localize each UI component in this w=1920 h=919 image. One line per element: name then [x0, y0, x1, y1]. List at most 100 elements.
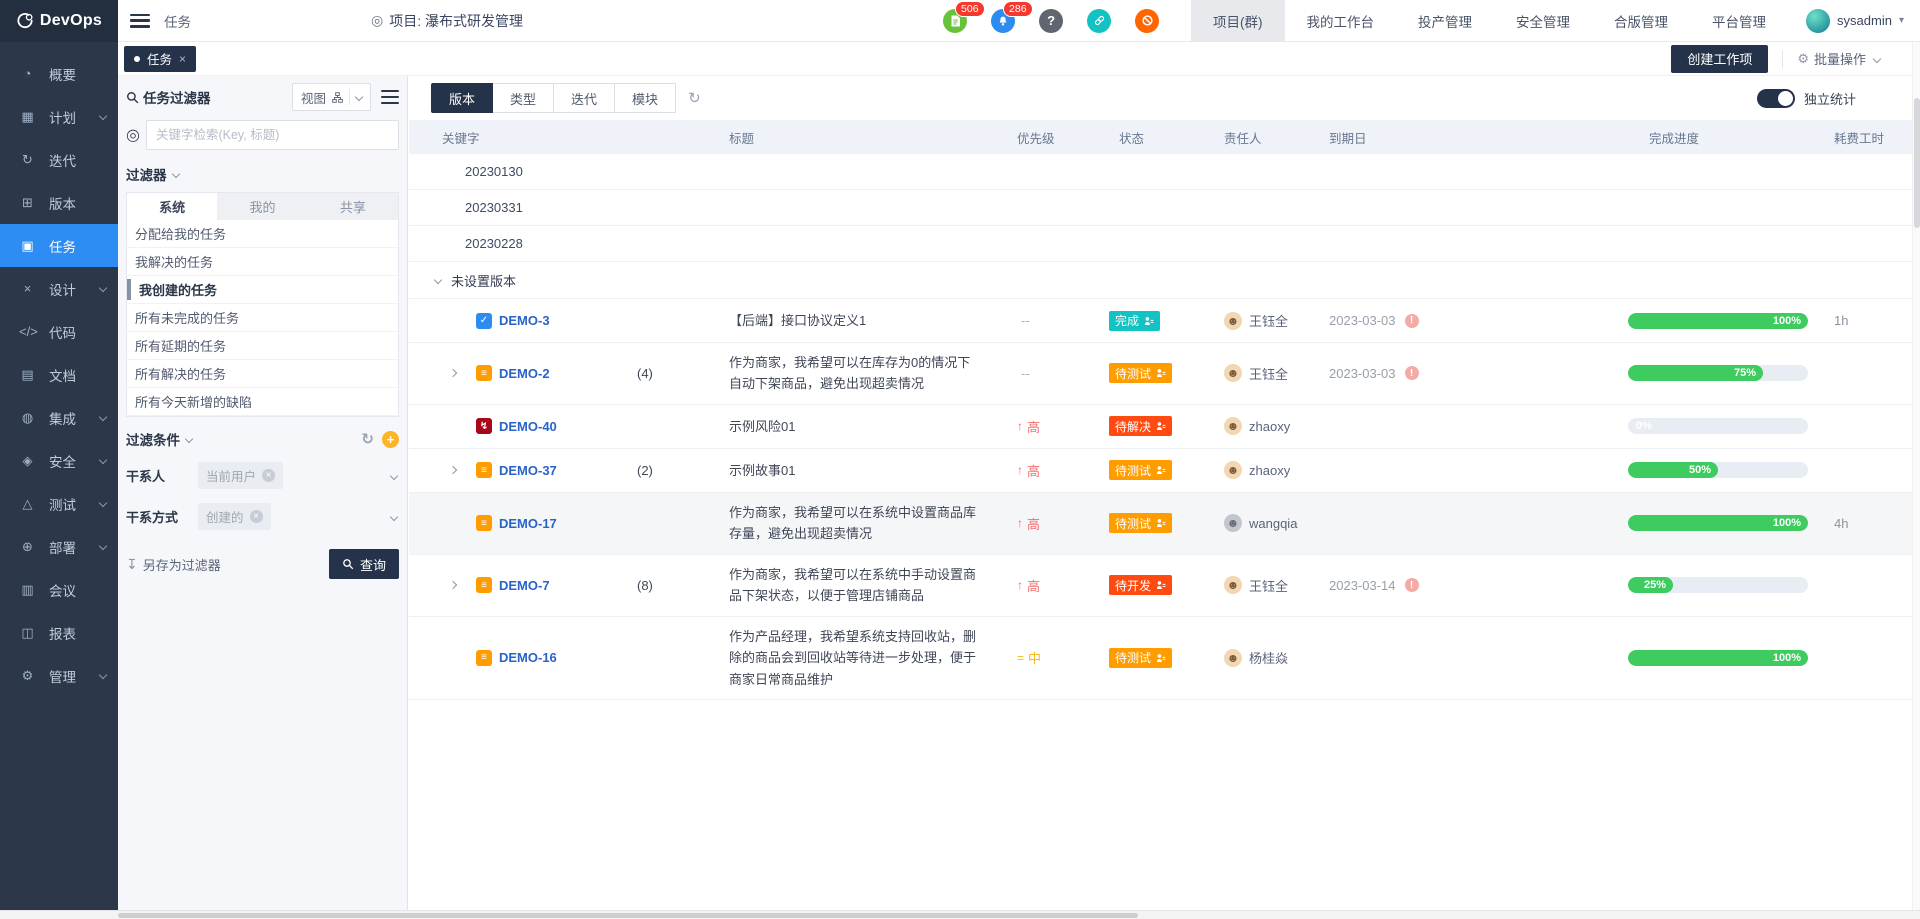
sidebar-item[interactable]: ▣ 任务 [0, 224, 118, 267]
status-badge[interactable]: 待解决 [1109, 416, 1172, 436]
share-link-button[interactable] [1087, 9, 1111, 33]
status-badge[interactable]: 待测试 [1109, 513, 1172, 533]
progress-bar[interactable]: 25% [1628, 577, 1808, 593]
assignee-cell[interactable]: ☻ zhaoxy [1224, 461, 1329, 479]
task-row[interactable]: ↯ DEMO-40 示例风险01 ↑ 高 待解决 ☻ zhaox [409, 405, 1920, 449]
column-header-hours[interactable]: 耗费工时 [1824, 128, 1920, 147]
saved-filter-item[interactable]: 所有延期的任务 [127, 332, 398, 360]
task-key-link[interactable]: DEMO-3 [499, 313, 550, 328]
top-nav-item[interactable]: 投产管理 [1396, 0, 1494, 42]
batch-operations-button[interactable]: ⚙ 批量操作 [1797, 49, 1880, 68]
assignee-cell[interactable]: ☻ zhaoxy [1224, 417, 1329, 435]
status-badge[interactable]: 待测试 [1109, 363, 1172, 383]
tab-version[interactable]: 版本 [431, 83, 493, 113]
reset-conditions-icon[interactable]: ↻ [361, 432, 374, 447]
open-tab-chip[interactable]: 任务 × [124, 46, 196, 72]
view-selector-button[interactable]: 视图 [292, 83, 371, 111]
filter-scope-tab[interactable]: 我的 [217, 193, 307, 220]
task-title[interactable]: 作为商家，我希望可以在库存为0的情况下自动下架商品，避免出现超卖情况 [729, 352, 1009, 395]
tab-iteration[interactable]: 迭代 [554, 83, 615, 113]
sidebar-item[interactable]: ⚙ 管理 [0, 654, 118, 697]
vertical-scrollbar-thumb[interactable] [1914, 98, 1920, 228]
task-row[interactable]: ≡ DEMO-2 (4) 作为商家，我希望可以在库存为0的情况下自动下架商品，避… [409, 343, 1920, 405]
task-row[interactable]: ≡ DEMO-16 作为产品经理，我希望系统支持回收站，删除的商品会到回收站等待… [409, 617, 1920, 700]
add-condition-icon[interactable]: + [382, 431, 399, 448]
chevron-down-icon[interactable] [355, 93, 363, 101]
column-header-assignee[interactable]: 责任人 [1224, 128, 1329, 147]
disconnect-button[interactable] [1135, 9, 1159, 33]
filter-scope-tab[interactable]: 系统 [127, 193, 217, 220]
condition-value-chip[interactable]: 创建的 × [198, 503, 271, 530]
sidebar-item[interactable]: ⊞ 版本 [0, 181, 118, 224]
open-version-group-row[interactable]: 未设置版本 [409, 262, 1920, 299]
sidebar-item[interactable]: ⊕ 部署 [0, 525, 118, 568]
top-nav-item[interactable]: 项目(群) [1191, 0, 1285, 42]
app-logo[interactable]: DevOps [0, 0, 118, 42]
notifications-button[interactable]: 286 [991, 9, 1015, 33]
filter-scope-tab[interactable]: 共享 [308, 193, 398, 220]
sidebar-item[interactable]: △ 测试 [0, 482, 118, 525]
project-breadcrumb[interactable]: ◎ 项目: 瀑布式研发管理 [371, 11, 523, 31]
saved-filter-item[interactable]: 所有今天新增的缺陷 [127, 388, 398, 416]
top-nav-item[interactable]: 合版管理 [1592, 0, 1690, 42]
task-key-link[interactable]: DEMO-17 [499, 516, 557, 531]
assignee-cell[interactable]: ☻ wangqia [1224, 514, 1329, 532]
task-row[interactable]: ✓ DEMO-3 【后端】接口协议定义1 -- 完成 ☻ 王钰 [409, 299, 1920, 343]
saved-filter-item[interactable]: 分配给我的任务 [127, 220, 398, 248]
vertical-scrollbar[interactable] [1912, 42, 1920, 910]
progress-bar[interactable]: 0% [1628, 418, 1808, 434]
column-header-status[interactable]: 状态 [1109, 128, 1224, 147]
expand-row-icon[interactable] [449, 466, 457, 474]
progress-bar[interactable]: 100% [1628, 313, 1808, 329]
task-key-link[interactable]: DEMO-7 [499, 578, 550, 593]
column-header-priority[interactable]: 优先级 [1009, 128, 1109, 147]
menu-toggle-icon[interactable] [130, 14, 150, 28]
column-header-title[interactable]: 标题 [729, 128, 1009, 147]
horizontal-scrollbar[interactable] [0, 910, 1920, 919]
assignee-cell[interactable]: ☻ 王钰全 [1224, 364, 1329, 383]
independent-stats-toggle[interactable] [1757, 89, 1795, 108]
sidebar-item[interactable]: ▦ 计划 [0, 95, 118, 138]
column-header-progress[interactable]: 完成进度 [1619, 128, 1824, 147]
sidebar-item[interactable]: ◫ 报表 [0, 611, 118, 654]
task-title[interactable]: 作为商家，我希望可以在系统中手动设置商品下架状态，以便于管理店铺商品 [729, 564, 1009, 607]
expand-row-icon[interactable] [449, 581, 457, 589]
save-as-filter-link[interactable]: ↧ 另存为过滤器 [126, 555, 221, 574]
sidebar-item[interactable]: ↻ 迭代 [0, 138, 118, 181]
status-badge[interactable]: 待测试 [1109, 648, 1172, 668]
task-title[interactable]: 示例风险01 [729, 416, 1009, 437]
status-badge[interactable]: 完成 [1109, 311, 1160, 331]
chevron-down-icon[interactable] [390, 512, 398, 520]
assignee-cell[interactable]: ☻ 王钰全 [1224, 311, 1329, 330]
condition-value-chip[interactable]: 当前用户 × [198, 462, 283, 489]
remove-chip-icon[interactable]: × [250, 510, 263, 523]
progress-bar[interactable]: 100% [1628, 650, 1808, 666]
task-row[interactable]: ≡ DEMO-7 (8) 作为商家，我希望可以在系统中手动设置商品下架状态，以便… [409, 555, 1920, 617]
close-icon[interactable]: × [179, 52, 186, 66]
task-title[interactable]: 示例故事01 [729, 460, 1009, 481]
assignee-cell[interactable]: ☻ 王钰全 [1224, 576, 1329, 595]
task-key-link[interactable]: DEMO-2 [499, 366, 550, 381]
sidebar-item[interactable]: × 设计 [0, 267, 118, 310]
top-nav-item[interactable]: 安全管理 [1494, 0, 1592, 42]
version-group-row[interactable]: 20230331 [409, 190, 1920, 226]
saved-filter-item[interactable]: 所有解决的任务 [127, 360, 398, 388]
documents-button[interactable]: 506 [943, 9, 967, 33]
query-button[interactable]: 查询 [329, 549, 399, 579]
version-group-row[interactable]: 20230130 [409, 154, 1920, 190]
sidebar-item[interactable]: ◔ 概要 [0, 52, 118, 95]
filter-panel-menu-icon[interactable] [381, 90, 399, 105]
filters-section-header[interactable]: 过滤器 [118, 158, 407, 190]
status-badge[interactable]: 待开发 [1109, 575, 1172, 595]
sidebar-item[interactable]: ◈ 安全 [0, 439, 118, 482]
task-row[interactable]: ≡ DEMO-37 (2) 示例故事01 ↑ 高 待测试 ☻ zh [409, 449, 1920, 493]
help-button[interactable]: ? [1039, 9, 1063, 33]
task-key-link[interactable]: DEMO-40 [499, 419, 557, 434]
sidebar-item[interactable]: ▥ 会议 [0, 568, 118, 611]
refresh-icon[interactable]: ↻ [688, 91, 701, 106]
tab-type[interactable]: 类型 [493, 83, 554, 113]
progress-bar[interactable]: 50% [1628, 462, 1808, 478]
saved-filter-item[interactable]: 所有未完成的任务 [127, 304, 398, 332]
top-nav-item[interactable]: 平台管理 [1690, 0, 1788, 42]
saved-filter-item[interactable]: 我解决的任务 [127, 248, 398, 276]
